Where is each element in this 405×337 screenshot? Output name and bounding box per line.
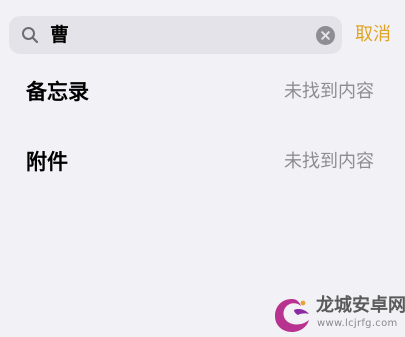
clear-icon[interactable] (316, 26, 335, 45)
result-row-notes[interactable]: 备忘录 未找到内容 (0, 68, 405, 138)
site-logo-icon (275, 299, 309, 332)
watermark-title: 龙城安卓网 (316, 295, 405, 316)
search-bar: 曹 取消 (0, 0, 405, 68)
cancel-button[interactable]: 取消 (355, 16, 391, 54)
watermark-url: www.lcjrfg.com (317, 318, 398, 329)
watermark: 龙城安卓网 www.lcjrfg.com (270, 290, 405, 337)
result-title: 附件 (26, 150, 68, 174)
search-field[interactable]: 曹 (9, 16, 342, 54)
search-results: 备忘录 未找到内容 附件 未找到内容 (0, 68, 405, 208)
result-status: 未找到内容 (284, 151, 374, 172)
result-title: 备忘录 (26, 80, 89, 104)
result-row-attachments[interactable]: 附件 未找到内容 (0, 138, 405, 208)
search-input[interactable]: 曹 (50, 16, 69, 54)
search-icon (22, 27, 39, 44)
result-status: 未找到内容 (284, 81, 374, 102)
